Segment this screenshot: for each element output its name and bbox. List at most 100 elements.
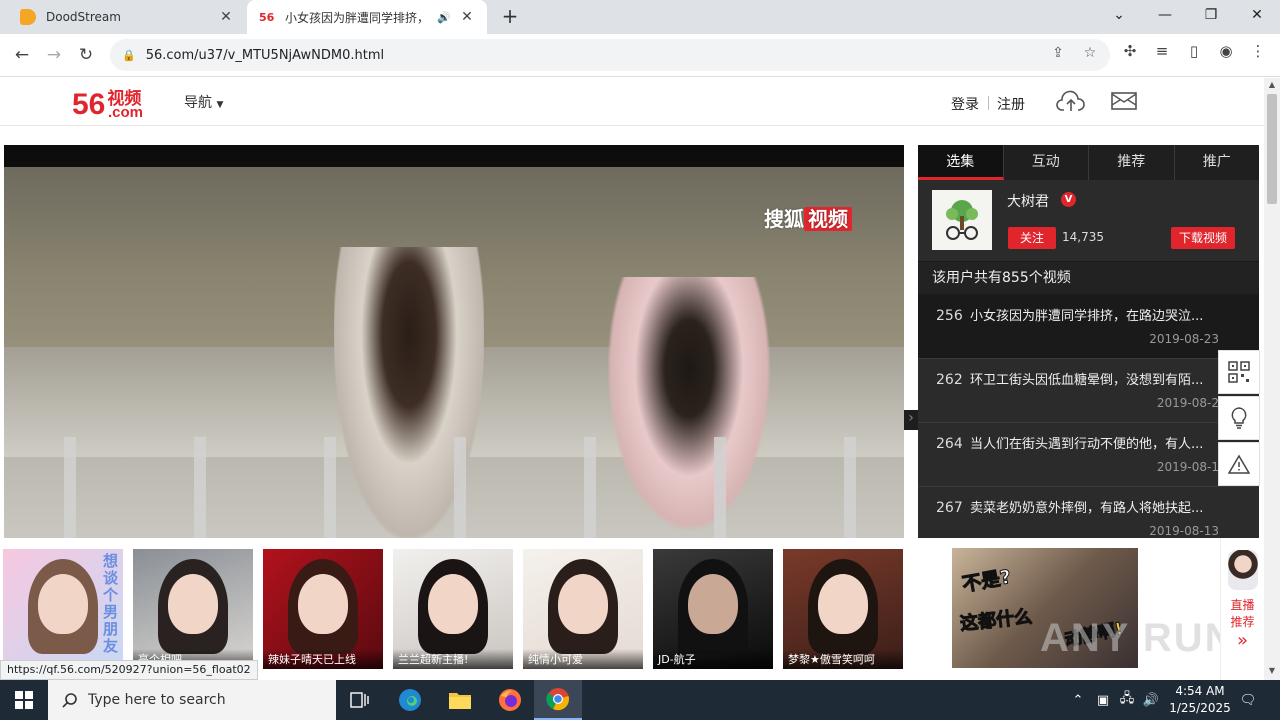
uploader-name[interactable]: 大树君 [1007, 191, 1049, 211]
bookmark-star-icon[interactable]: ☆ [1078, 41, 1102, 65]
uploader-avatar[interactable] [932, 190, 992, 250]
network-icon[interactable]: 🖧 [1116, 680, 1138, 720]
report-button[interactable] [1218, 442, 1260, 486]
uploader-card: 大树君 V 关注 14,735 下载视频 [918, 180, 1259, 262]
volume-icon[interactable]: 🔊 [1140, 680, 1162, 720]
share-icon[interactable]: ⇪ [1046, 41, 1070, 65]
tab-doodstream[interactable]: DoodStream ✕ [8, 0, 246, 34]
tab-promotion[interactable]: 推广 [1175, 145, 1260, 180]
follow-button[interactable]: 关注 [1008, 227, 1056, 249]
56-logo[interactable]: 56 视频 .com [72, 84, 143, 122]
page-scrollbar[interactable]: ▲ ▼ [1264, 78, 1280, 680]
notification-icon[interactable]: 🗨 [1236, 680, 1260, 720]
tab-close-icon[interactable]: ✕ [459, 9, 475, 25]
chrome-icon [546, 688, 569, 711]
thumbnail-card[interactable]: 想谈个男朋友 [3, 549, 123, 669]
caret-down-icon: ▼ [216, 100, 224, 110]
qr-code-icon [1228, 361, 1250, 383]
thumbnail-card[interactable]: 辣妹子晴天已上线 [263, 549, 383, 669]
firefox-app[interactable] [486, 680, 534, 720]
site-header: 56 视频 .com 导航 ▼ 登录 注册 [0, 78, 1264, 126]
episode-date: 2019-08-23 [1149, 332, 1219, 346]
file-explorer-app[interactable] [436, 680, 484, 720]
episode-number: 262 [936, 372, 963, 388]
audio-playing-icon[interactable]: 🔊 [437, 11, 451, 24]
register-link[interactable]: 注册 [997, 94, 1025, 114]
tab-56-video[interactable]: 56 小女孩因为胖遭同学排挤， 🔊 ✕ [247, 0, 487, 34]
media-control-icon[interactable]: ≡ [1150, 42, 1174, 66]
thumbnail-overlay-text: 想谈个男朋友 [103, 552, 119, 655]
episode-item[interactable]: 256 小女孩因为胖遭同学排挤，在路边哭泣... 2019-08-23 [918, 295, 1259, 359]
tab-close-icon[interactable]: ✕ [218, 9, 234, 25]
episode-number: 256 [936, 308, 963, 324]
side-panel-icon[interactable]: ▯ [1182, 42, 1206, 66]
panel-collapse-arrow-icon[interactable]: › [904, 410, 918, 430]
download-video-button[interactable]: 下载视频 [1171, 227, 1235, 249]
follower-count: 14,735 [1062, 230, 1104, 244]
tab-episodes[interactable]: 选集 [918, 145, 1004, 180]
episode-side-panel: 选集 互动 推荐 推广 大树君 V 关注 14,735 下载视频 该用户共有85… [918, 145, 1259, 538]
message-envelope-icon[interactable] [1111, 91, 1137, 111]
episode-title: 环卫工街头因低血糖晕倒，没想到有陌... [970, 373, 1204, 388]
lock-icon: 🔒 [122, 48, 136, 62]
upload-cloud-icon[interactable] [1056, 90, 1086, 114]
double-chevron-icon[interactable]: » [1221, 630, 1264, 651]
minimize-button[interactable]: — [1142, 0, 1188, 30]
thumbnail-caption: 辣妹子晴天已上线 [263, 649, 383, 669]
status-url-tooltip: https://qf.56.com/520927?union=56_float0… [0, 660, 258, 680]
thumbnail-card[interactable]: 梦黎★傲雪笑呵呵 [783, 549, 903, 669]
tab-title: 小女孩因为胖遭同学排挤， [285, 10, 430, 25]
episode-item[interactable]: 264 当人们在街头遇到行动不便的他，有人... 2019-08-1 [918, 423, 1259, 487]
browser-tab-strip: DoodStream ✕ 56 小女孩因为胖遭同学排挤， 🔊 ✕ + ⌄ — ❐… [0, 0, 1280, 34]
close-window-button[interactable]: ✕ [1234, 0, 1280, 30]
live-recommend-widget[interactable]: 直播 推荐 » [1220, 538, 1264, 680]
episode-title: 当人们在街头遇到行动不便的他，有人... [970, 437, 1204, 452]
video-count: 该用户共有855个视频 [918, 262, 1259, 295]
qr-code-button[interactable] [1218, 350, 1260, 394]
device-icon[interactable]: ▣ [1092, 680, 1114, 720]
anyrun-watermark: ANY RUN [1040, 616, 1236, 660]
login-link[interactable]: 登录 [951, 94, 979, 114]
extensions-puzzle-icon[interactable]: ✣ [1118, 42, 1142, 66]
taskbar-clock[interactable]: 4:54 AM 1/25/2025 [1160, 683, 1240, 717]
folder-icon [449, 693, 471, 709]
start-button[interactable] [0, 680, 48, 720]
back-button[interactable]: ← [8, 41, 36, 69]
tab-title: DoodStream [46, 10, 121, 24]
thumbnail-card[interactable]: JD-航子 [653, 549, 773, 669]
scroll-thumb[interactable] [1267, 94, 1277, 204]
thumbnail-card[interactable]: 兰兰超新主播! [393, 549, 513, 669]
thumbnail-card[interactable]: 亮个相吧 [133, 549, 253, 669]
thumbnail-card[interactable]: 纯情小可爱 [523, 549, 643, 669]
tab-interaction[interactable]: 互动 [1004, 145, 1089, 180]
warning-triangle-icon [1228, 454, 1250, 474]
tab-search-chevron-icon[interactable]: ⌄ [1096, 0, 1142, 30]
scroll-up-arrow-icon[interactable]: ▲ [1264, 78, 1280, 92]
nav-dropdown[interactable]: 导航 ▼ [184, 92, 223, 112]
browser-menu-icon[interactable]: ⋮ [1246, 42, 1270, 66]
chrome-app[interactable] [534, 680, 582, 720]
sohu-video-watermark: 搜狐 视频 [764, 203, 852, 232]
tips-button[interactable] [1218, 396, 1260, 440]
new-tab-button[interactable]: + [498, 5, 522, 29]
taskbar-search[interactable]: Type here to search [48, 680, 336, 720]
windows-taskbar: Type here to search ⌃ ▣ 🖧 🔊 4:54 AM 1/25… [0, 680, 1280, 720]
lightbulb-icon [1231, 407, 1247, 429]
episode-item[interactable]: 267 卖菜老奶奶意外摔倒，有路人将她扶起... 2019-08-13 [918, 487, 1259, 538]
browser-toolbar: ← → ↻ 🔒 56.com/u37/v_MTU5NjAwNDM0.html ⇪… [0, 34, 1280, 77]
episode-item[interactable]: 262 环卫工街头因低血糖晕倒，没想到有陌... 2019-08-2 [918, 359, 1259, 423]
tab-recommend[interactable]: 推荐 [1089, 145, 1175, 180]
scroll-down-arrow-icon[interactable]: ▼ [1264, 664, 1280, 678]
video-frame[interactable]: 搜狐 视频 [4, 167, 904, 538]
restore-button[interactable]: ❐ [1188, 0, 1234, 30]
profile-avatar-icon[interactable]: ◉ [1214, 42, 1238, 66]
task-view-button[interactable] [336, 680, 384, 720]
edge-app[interactable] [386, 680, 434, 720]
search-icon [62, 693, 77, 708]
address-bar[interactable]: 🔒 56.com/u37/v_MTU5NjAwNDM0.html [110, 39, 1110, 71]
tray-overflow-chevron-icon[interactable]: ⌃ [1068, 680, 1088, 720]
reload-button[interactable]: ↻ [72, 41, 100, 69]
tree-glasses-logo-icon [946, 200, 978, 240]
forward-button[interactable]: → [40, 41, 68, 69]
video-player[interactable]: 搜狐 视频 [4, 145, 904, 538]
